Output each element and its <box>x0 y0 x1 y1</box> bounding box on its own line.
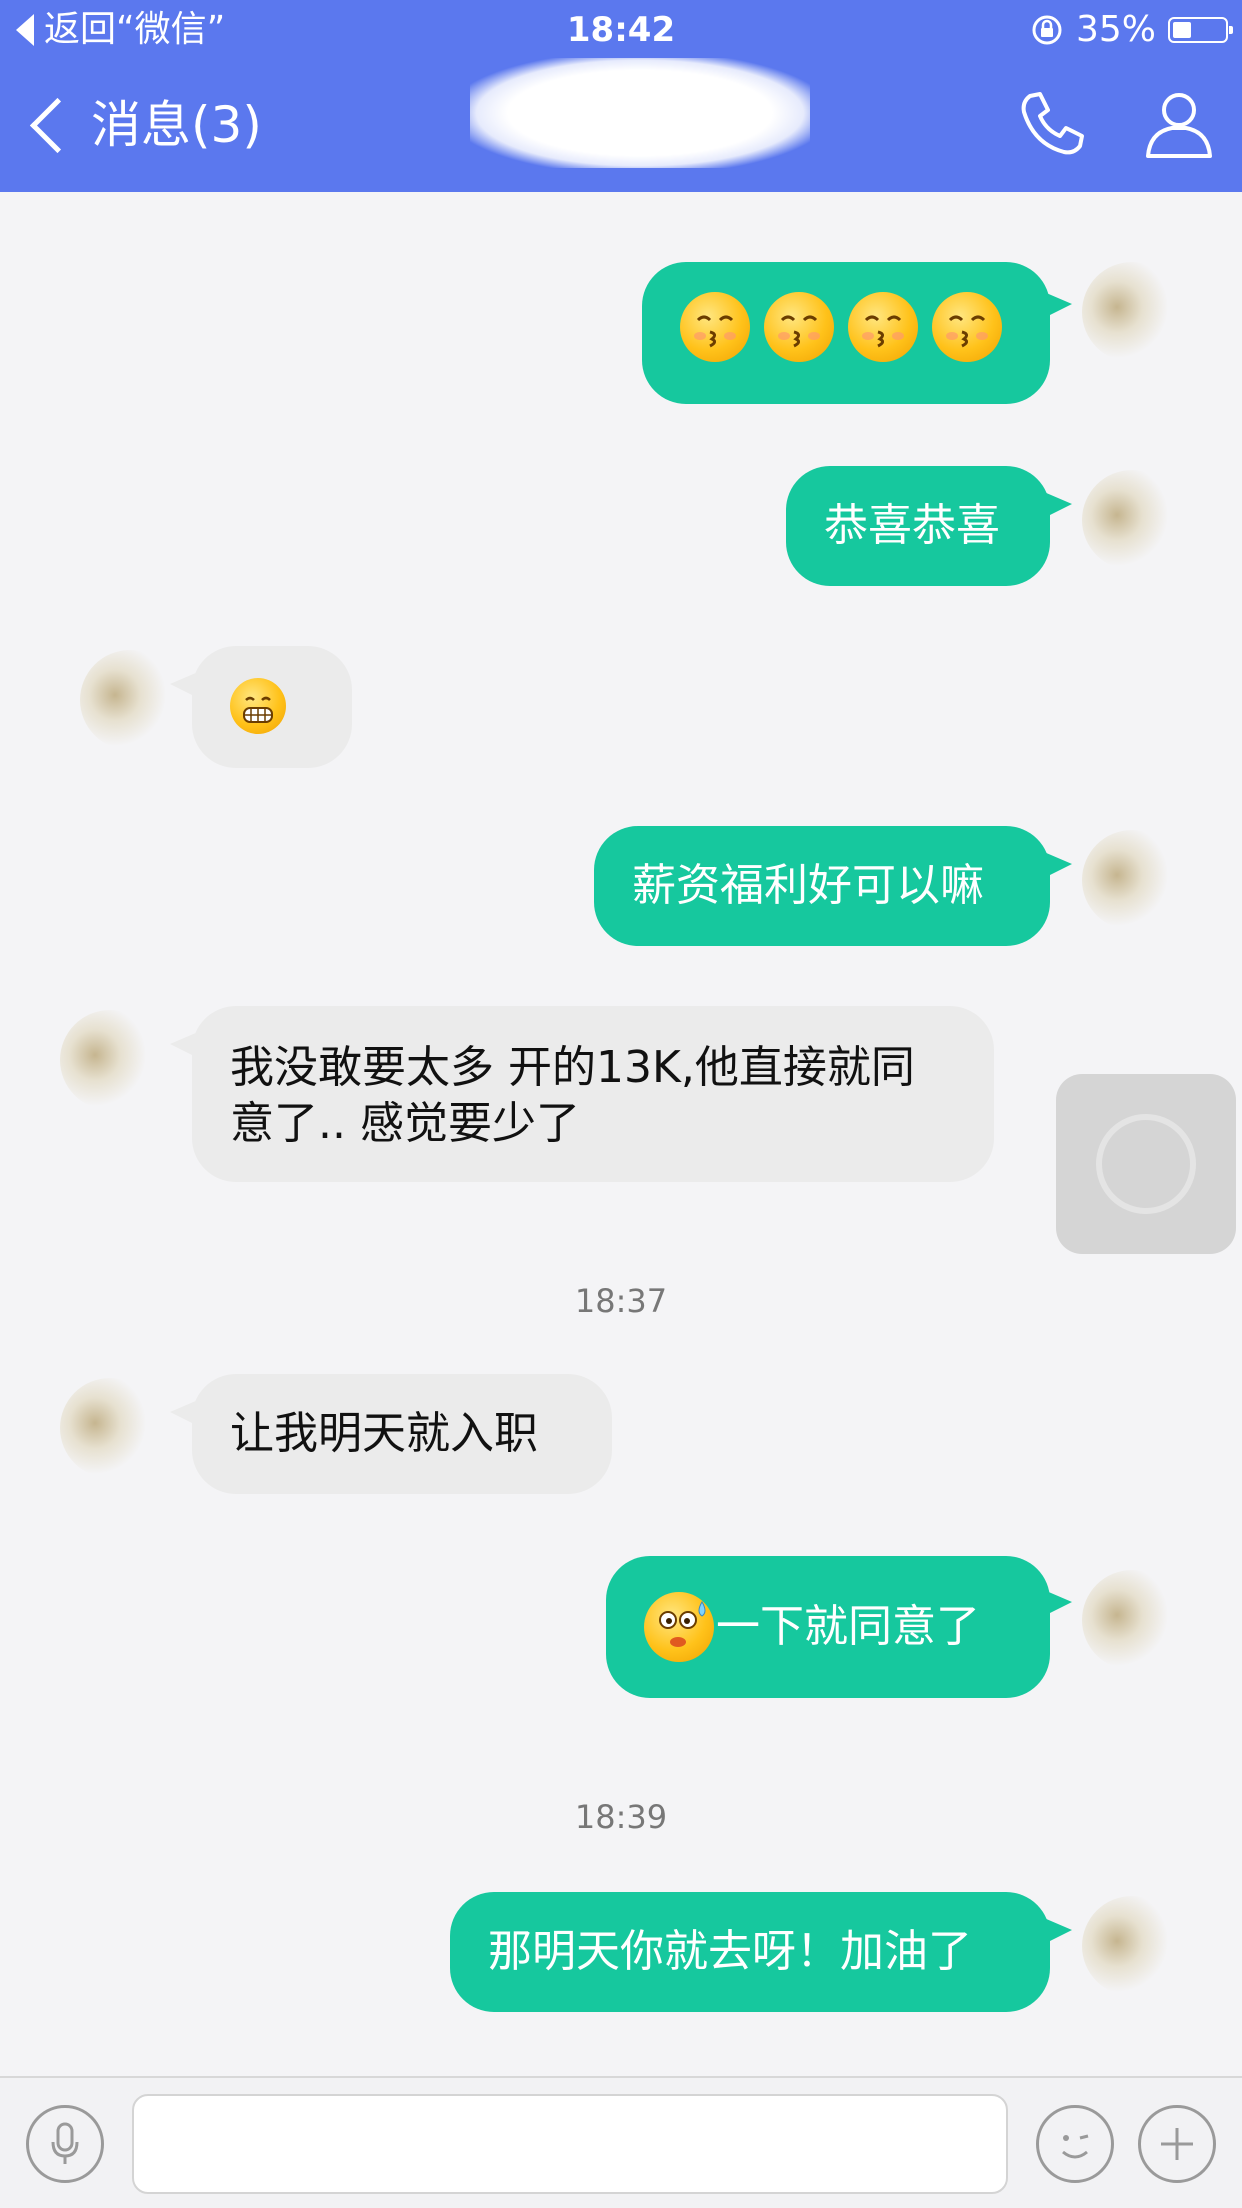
microphone-icon <box>51 2122 79 2164</box>
message-bubble-incoming[interactable] <box>170 646 352 768</box>
battery-percent: 35% <box>1075 9 1156 50</box>
orientation-lock-icon <box>1032 15 1062 45</box>
more-button[interactable] <box>1138 2105 1216 2183</box>
message-text: 薪资福利好可以嘛 <box>632 860 984 911</box>
battery-icon <box>1168 17 1233 43</box>
my-avatar[interactable] <box>1082 1896 1182 1996</box>
message-bubble-incoming[interactable]: 我没敢要太多 开的13K,他直接就同意了.. 感觉要少了 <box>170 1006 994 1182</box>
contact-profile-icon[interactable] <box>1140 88 1218 160</box>
my-avatar[interactable] <box>1082 470 1182 570</box>
kissing-face-icon <box>764 292 834 362</box>
redacted-contact-name <box>470 58 810 168</box>
top-header: 返回“微信” 18:42 35% 消息(3) <box>0 0 1242 192</box>
contact-avatar[interactable] <box>80 650 180 750</box>
chat-timestamp: 18:39 <box>574 1798 668 1836</box>
message-bubble-outgoing[interactable]: 那明天你就去呀！加油了 <box>450 1892 1072 2012</box>
emoji-button[interactable] <box>1036 2105 1114 2183</box>
phone-call-icon[interactable] <box>1016 88 1088 160</box>
message-text: 一下就同意了 <box>716 1601 980 1652</box>
message-text: 让我明天就入职 <box>230 1408 538 1459</box>
message-bubble-outgoing[interactable]: 薪资福利好可以嘛 <box>594 826 1072 946</box>
emoji-face-icon <box>1062 2134 1089 2159</box>
my-avatar[interactable] <box>1082 830 1182 930</box>
back-button-label: 消息(3) <box>91 96 262 154</box>
kissing-face-icon <box>680 292 750 362</box>
surprised-sweat-face-icon <box>644 1592 714 1662</box>
chat-timestamp: 18:37 <box>574 1282 668 1320</box>
my-avatar[interactable] <box>1082 262 1182 362</box>
my-avatar[interactable] <box>1082 1570 1182 1670</box>
message-bubble-outgoing[interactable]: 恭喜恭喜 <box>786 466 1072 586</box>
message-text: 我没敢要太多 开的13K,他直接就同意了.. 感觉要少了 <box>230 1042 915 1149</box>
message-bubble-incoming[interactable]: 让我明天就入职 <box>170 1374 612 1494</box>
grimacing-face-icon <box>230 678 286 734</box>
kissing-face-icon <box>932 292 1002 362</box>
emoji-row <box>680 292 1012 362</box>
back-button[interactable]: 消息(3) <box>24 90 262 160</box>
message-bubble-outgoing[interactable] <box>642 262 1072 404</box>
contact-avatar[interactable] <box>60 1010 160 1110</box>
message-bubble-outgoing[interactable]: 一下就同意了 <box>606 1556 1072 1698</box>
plus-icon <box>1161 2128 1193 2160</box>
message-input[interactable] <box>132 2094 1008 2194</box>
input-bar <box>0 2076 1242 2208</box>
chevron-left-icon <box>29 97 86 153</box>
status-right: 35% <box>1030 6 1233 54</box>
image-thumbnail[interactable] <box>1056 1074 1236 1254</box>
message-text: 恭喜恭喜 <box>824 500 1000 551</box>
message-text: 那明天你就去呀！加油了 <box>488 1926 972 1977</box>
contact-avatar[interactable] <box>60 1378 160 1478</box>
voice-button[interactable] <box>26 2105 104 2183</box>
kissing-face-icon <box>848 292 918 362</box>
